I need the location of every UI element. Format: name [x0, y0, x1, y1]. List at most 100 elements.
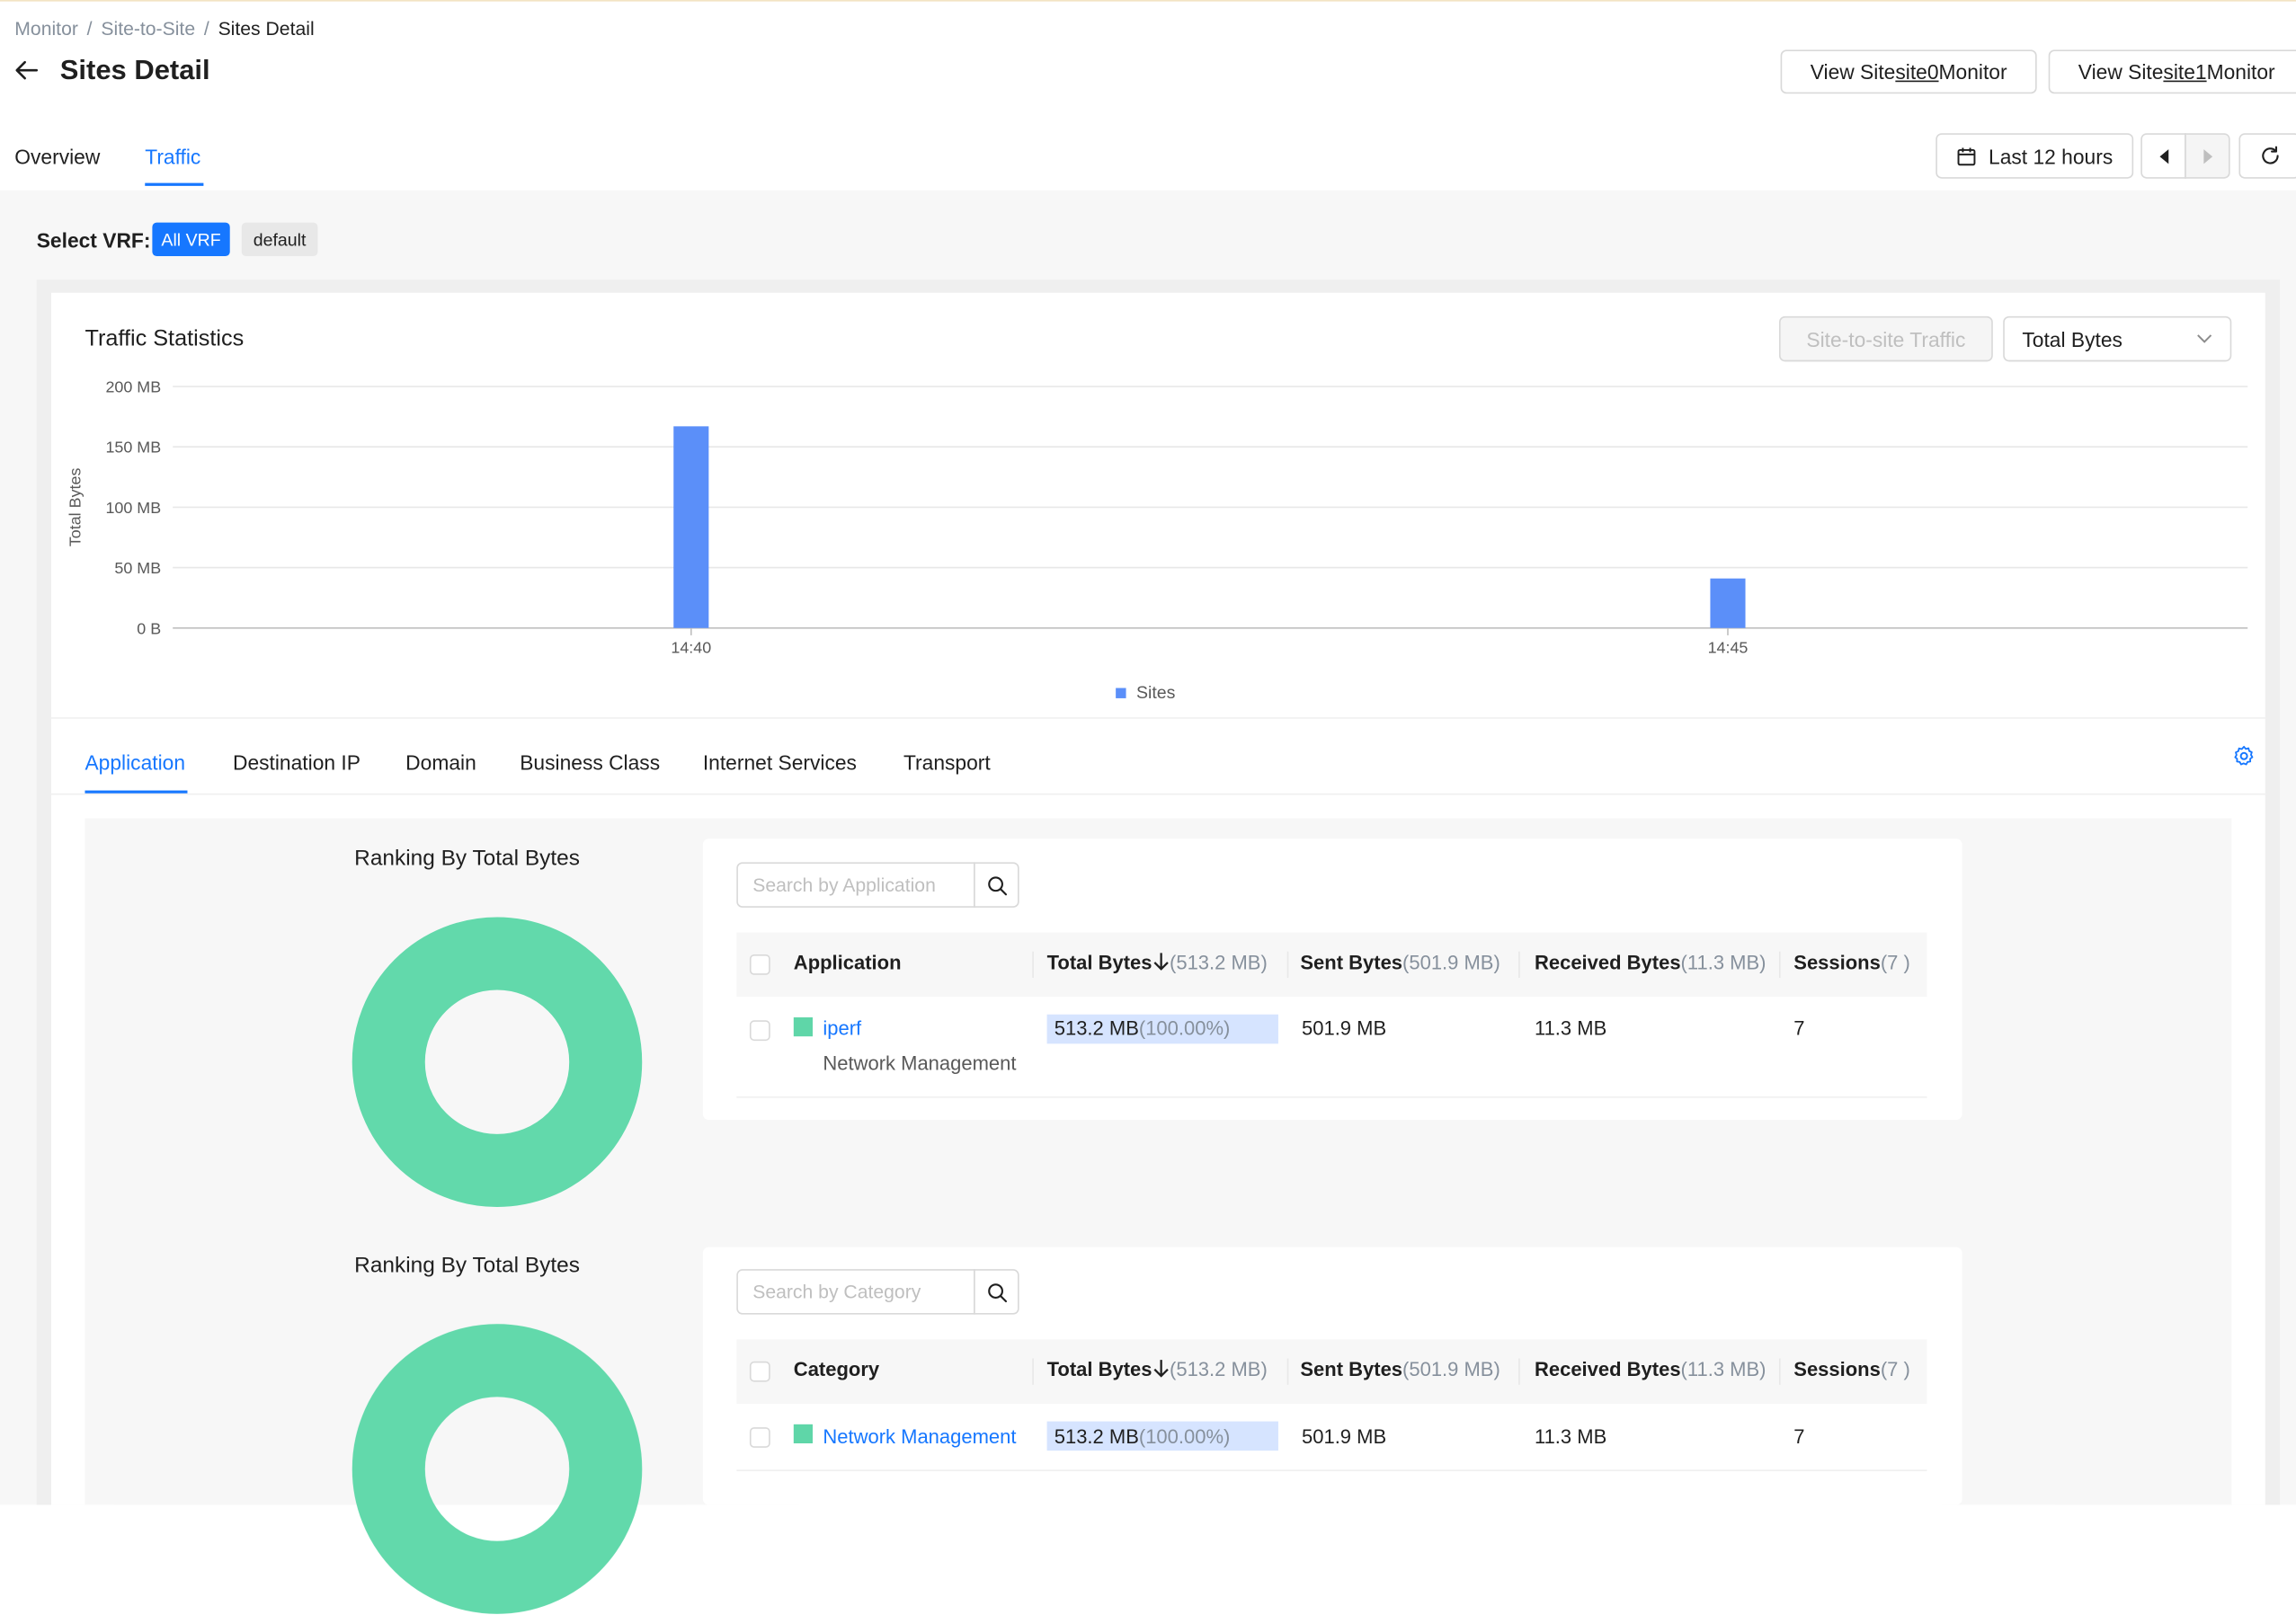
column-total: (11.3 MB) — [1680, 1358, 1766, 1380]
sort-descending-icon — [1153, 1360, 1169, 1378]
breadcrumb-site-to-site[interactable]: Site-to-Site — [101, 18, 195, 40]
breadcrumb-separator: / — [86, 17, 93, 40]
select-all-checkbox[interactable] — [749, 954, 770, 975]
column-label: Received Bytes — [1534, 951, 1681, 974]
vrf-option-all[interactable]: All VRF — [152, 222, 230, 257]
subtab-business-class[interactable]: Business Class — [520, 751, 660, 775]
metric-select[interactable]: Total Bytes — [2003, 315, 2232, 362]
vrf-label: Select VRF: — [36, 228, 151, 253]
column-separator — [1778, 951, 1781, 979]
select-all-checkbox[interactable] — [749, 1361, 770, 1382]
column-total-bytes[interactable]: Total Bytes (513.2 MB) — [1047, 952, 1268, 973]
legend-swatch — [793, 1017, 813, 1037]
column-separator — [1032, 951, 1034, 979]
column-sent-bytes[interactable]: Sent Bytes(501.9 MB) — [1300, 952, 1500, 973]
sessions-value: 7 — [1793, 1425, 1805, 1448]
application-category: Network Management — [823, 1052, 1017, 1075]
column-total: (7 ) — [1880, 1358, 1910, 1380]
column-label: Sessions — [1793, 1358, 1881, 1380]
received-bytes-value: 11.3 MB — [1534, 1425, 1607, 1448]
subtab-internet-services[interactable]: Internet Services — [703, 751, 857, 775]
site-name: site1 — [2163, 59, 2207, 84]
row-checkbox[interactable] — [749, 1427, 770, 1448]
category-link[interactable]: Network Management — [823, 1425, 1016, 1447]
row-checkbox[interactable] — [749, 1020, 770, 1042]
column-separator — [1286, 1358, 1289, 1385]
caret-left-icon — [2158, 148, 2168, 164]
donut-slice-iperf — [352, 917, 643, 1207]
x-tick-label: 14:40 — [671, 638, 711, 656]
column-separator — [1286, 951, 1289, 979]
metric-select-value: Total Bytes — [2022, 327, 2122, 351]
column-received-bytes[interactable]: Received Bytes(11.3 MB) — [1535, 952, 1766, 973]
total-bytes: 513.2 MB — [1054, 1425, 1139, 1448]
breadcrumb: Monitor / Site-to-Site / Sites Detail — [14, 18, 314, 40]
column-separator — [1032, 1358, 1034, 1385]
column-sessions[interactable]: Sessions(7 ) — [1793, 1359, 1910, 1380]
column-separator — [1778, 1358, 1781, 1385]
application-search — [736, 862, 1019, 908]
column-application[interactable]: Application — [794, 952, 902, 973]
subtab-domain[interactable]: Domain — [405, 751, 476, 775]
subtab-transport[interactable]: Transport — [903, 751, 991, 775]
page: Monitor / Site-to-Site / Sites Detail Sites … — [0, 0, 2296, 1614]
caret-right-icon — [2203, 148, 2212, 164]
ranking-title: Ranking By Total Bytes — [354, 1253, 580, 1278]
ranking-title: Ranking By Total Bytes — [354, 846, 580, 872]
site-name: site0 — [1895, 59, 1939, 84]
search-icon — [987, 1282, 1007, 1302]
column-sessions[interactable]: Sessions(7 ) — [1793, 952, 1910, 973]
sent-bytes-value: 501.9 MB — [1302, 1017, 1387, 1040]
tab-overview[interactable]: Overview — [14, 145, 100, 168]
y-axis-label: Total Bytes — [67, 468, 85, 547]
table-header: Application Total Bytes (513.2 MB) Sent B… — [736, 932, 1927, 998]
search-input[interactable] — [736, 862, 975, 908]
application-link[interactable]: iperf — [823, 1017, 861, 1039]
column-sent-bytes[interactable]: Sent Bytes(501.9 MB) — [1300, 1359, 1500, 1380]
view-site0-monitor-button[interactable]: View Site site0 Monitor — [1780, 49, 2037, 94]
search-button[interactable] — [974, 1269, 1019, 1315]
vrf-option-default[interactable]: default — [241, 222, 318, 257]
next-range-button[interactable] — [2185, 133, 2230, 179]
time-range-value: Last 12 hours — [1989, 144, 2114, 168]
breadcrumb-monitor[interactable]: Monitor — [14, 18, 78, 40]
search-button[interactable] — [974, 862, 1019, 908]
subtabs-divider — [51, 793, 2265, 795]
view-site1-monitor-button[interactable]: View Site site1 Monitor — [2048, 49, 2296, 94]
calendar-icon — [1957, 146, 1976, 165]
breadcrumb-current: Sites Detail — [218, 17, 315, 40]
column-label: Sent Bytes — [1300, 951, 1403, 974]
table-header: Category Total Bytes (513.2 MB) Sent Byte… — [736, 1339, 1927, 1405]
page-title: Sites Detail — [59, 55, 210, 87]
column-total: (513.2 MB) — [1170, 951, 1268, 974]
column-total: (501.9 MB) — [1402, 951, 1500, 974]
row-divider — [736, 1469, 1927, 1471]
category-donut-chart — [352, 1324, 643, 1614]
column-total-bytes[interactable]: Total Bytes (513.2 MB) — [1047, 1359, 1268, 1380]
button-suffix: Monitor — [1938, 59, 2007, 84]
search-input[interactable] — [736, 1269, 975, 1315]
sessions-value: 7 — [1793, 1017, 1805, 1040]
tab-traffic[interactable]: Traffic — [145, 145, 200, 168]
refresh-button[interactable] — [2238, 133, 2296, 179]
chevron-down-icon — [2197, 334, 2212, 343]
button-suffix: Monitor — [2206, 59, 2275, 84]
gear-icon[interactable] — [2233, 745, 2255, 767]
sent-bytes-value: 501.9 MB — [1302, 1425, 1387, 1448]
total-bytes-percent: (100.00%) — [1138, 1017, 1231, 1040]
active-tab-indicator — [145, 182, 204, 186]
column-category[interactable]: Category — [794, 1359, 879, 1380]
time-range-picker[interactable]: Last 12 hours — [1936, 133, 2134, 179]
search-icon — [987, 875, 1007, 895]
column-total: (7 ) — [1880, 951, 1910, 974]
column-received-bytes[interactable]: Received Bytes(11.3 MB) — [1535, 1359, 1766, 1380]
traffic-statistics-title: Traffic Statistics — [85, 326, 245, 351]
subtab-destination-ip[interactable]: Destination IP — [233, 751, 360, 775]
column-total: (501.9 MB) — [1402, 1358, 1500, 1380]
refresh-icon — [2261, 146, 2278, 164]
previous-range-button[interactable] — [2140, 133, 2186, 179]
site-to-site-traffic-button[interactable]: Site-to-site Traffic — [1778, 315, 1993, 362]
chart-bar — [673, 426, 709, 628]
back-arrow-icon[interactable] — [13, 58, 40, 84]
subtab-application[interactable]: Application — [85, 751, 185, 775]
